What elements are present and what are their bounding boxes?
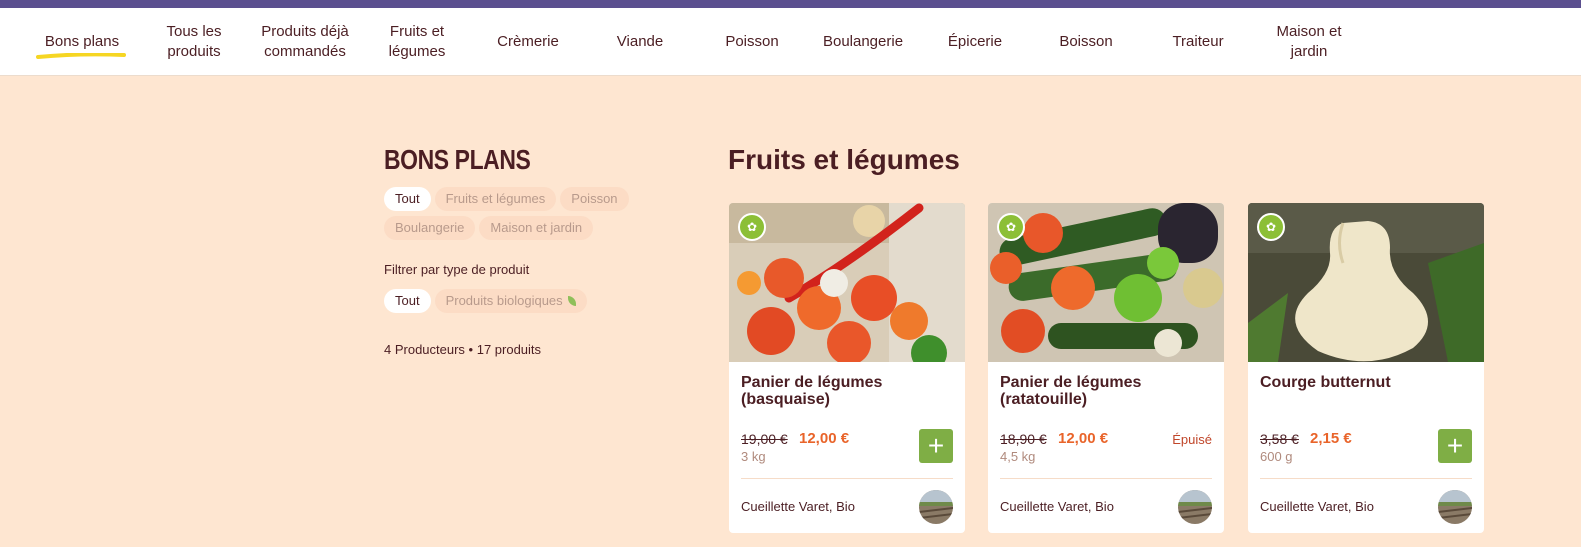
divider [1000, 478, 1212, 479]
old-price: 18,90 € [1000, 431, 1047, 447]
filters-panel: BONS PLANS Tout Fruits et légumes Poisso… [384, 140, 674, 357]
product-card[interactable]: ✿ Panier de légumes (ratatouille) 18,90 … [988, 203, 1224, 533]
leaf-icon [567, 296, 576, 306]
nav-item-label: Produits déjà commandés [261, 22, 349, 60]
category-chips: Tout Fruits et légumes Poisson Boulanger… [384, 187, 644, 240]
nav-item-bons-plans[interactable]: Bons plans [26, 8, 138, 75]
chip-maison-et-jardin[interactable]: Maison et jardin [479, 216, 594, 240]
old-price: 19,00 € [741, 431, 788, 447]
product-weight: 4,5 kg [1000, 449, 1036, 464]
nav-item-traiteur[interactable]: Traiteur [1142, 8, 1254, 75]
nav-item-label: Épicerie [947, 32, 1003, 50]
current-price: 12,00 € [799, 430, 850, 447]
current-price: 2,15 € [1310, 430, 1352, 447]
nav-item-produits-deja-commandes[interactable]: Produits déjà commandés [249, 8, 361, 75]
results-count: 4 Producteurs • 17 produits [384, 342, 542, 357]
producer-name[interactable]: Cueillette Varet, Bio [741, 499, 855, 514]
divider [741, 478, 953, 479]
organic-badge-icon: ✿ [997, 213, 1025, 241]
plus-icon: + [927, 430, 945, 461]
product-name[interactable]: Courge butternut [1260, 374, 1470, 391]
nav-item-epicerie[interactable]: Épicerie [919, 8, 1031, 75]
nav-item-label: Maison et jardin [1276, 22, 1342, 60]
nav-item-boisson[interactable]: Boisson [1030, 8, 1142, 75]
nav-item-label: Viande [616, 32, 664, 50]
current-price: 12,00 € [1058, 430, 1109, 447]
brand-bar [0, 0, 1581, 8]
product-card[interactable]: ✿ Courge butternut 3,58 € 2,15 € 600 g +… [1248, 203, 1484, 533]
divider [1260, 478, 1472, 479]
nav-item-label: Tous les produits [166, 22, 222, 60]
nav-item-cremerie[interactable]: Crèmerie [472, 8, 584, 75]
nav-item-label: Poisson [725, 32, 779, 50]
chip-boulangerie[interactable]: Boulangerie [384, 216, 476, 240]
active-underline [36, 53, 126, 59]
nav-item-label: Crèmerie [497, 32, 559, 50]
nav-item-label: Boulangerie [822, 32, 904, 50]
page-title: BONS PLANS [384, 144, 531, 175]
chip-poisson[interactable]: Poisson [560, 187, 629, 211]
old-price: 3,58 € [1260, 431, 1299, 447]
chip-type-tout[interactable]: Tout [384, 289, 431, 313]
nav-item-poisson[interactable]: Poisson [696, 8, 808, 75]
organic-badge-icon: ✿ [738, 213, 766, 241]
nav-item-label: Boisson [1059, 32, 1113, 50]
product-name[interactable]: Panier de légumes (ratatouille) [1000, 374, 1210, 408]
plus-icon: + [1446, 430, 1464, 461]
nav-item-fruits-et-legumes[interactable]: Fruits et légumes [361, 8, 473, 75]
nav-item-boulangerie[interactable]: Boulangerie [807, 8, 919, 75]
product-card[interactable]: ✿ Panier de légumes (basquaise) 19,00 € … [729, 203, 965, 533]
add-to-cart-button[interactable]: + [1438, 429, 1472, 463]
producer-avatar[interactable] [1438, 490, 1472, 524]
nav-item-maison-et-jardin[interactable]: Maison et jardin [1253, 8, 1365, 75]
section-title: Fruits et légumes [728, 144, 960, 175]
sold-out-label: Épuisé [1172, 432, 1212, 447]
producer-name[interactable]: Cueillette Varet, Bio [1000, 499, 1114, 514]
product-name[interactable]: Panier de légumes (basquaise) [741, 374, 951, 408]
chip-label: Produits biologiques [445, 293, 563, 308]
producer-avatar[interactable] [1178, 490, 1212, 524]
nav-item-label: Fruits et légumes [388, 22, 446, 60]
nav-item-viande[interactable]: Viande [584, 8, 696, 75]
nav-item-tous-les-produits[interactable]: Tous les produits [138, 8, 250, 75]
organic-badge-icon: ✿ [1257, 213, 1285, 241]
producer-name[interactable]: Cueillette Varet, Bio [1260, 499, 1374, 514]
chip-fruits-et-legumes[interactable]: Fruits et légumes [434, 187, 557, 211]
type-chips: Tout Produits biologiques [384, 289, 644, 313]
chip-tout[interactable]: Tout [384, 187, 431, 211]
product-weight: 3 kg [741, 449, 766, 464]
chip-produits-biologiques[interactable]: Produits biologiques [434, 289, 587, 313]
category-nav: Bons plans Tous les produits Produits dé… [0, 8, 1581, 76]
producer-avatar[interactable] [919, 490, 953, 524]
add-to-cart-button[interactable]: + [919, 429, 953, 463]
filter-type-label: Filtrer par type de produit [384, 262, 530, 277]
nav-item-label: Bons plans [44, 32, 120, 50]
nav-item-label: Traiteur [1172, 32, 1224, 50]
product-weight: 600 g [1260, 449, 1293, 464]
